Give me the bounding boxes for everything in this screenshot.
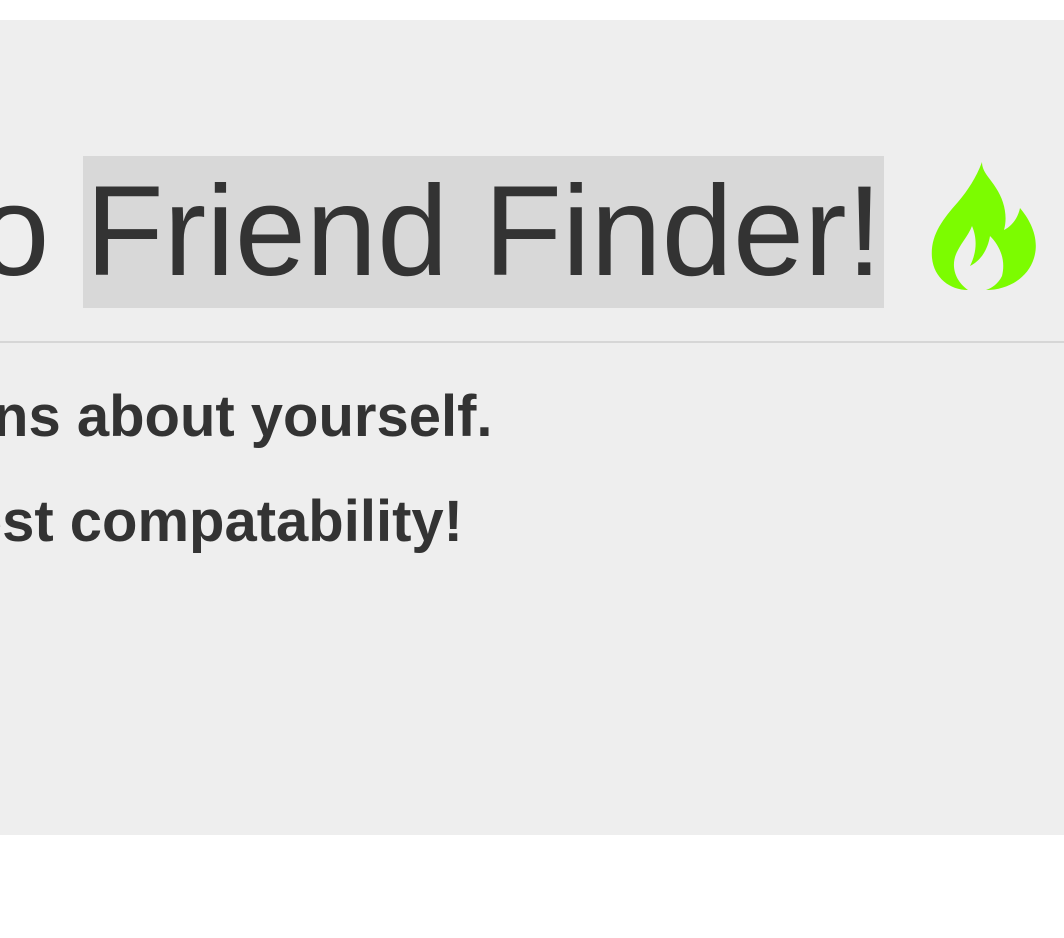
- divider: [0, 341, 1064, 343]
- title-prefix: Welcome to: [0, 160, 50, 303]
- title-highlight: Friend Finder!: [83, 156, 885, 308]
- lead-line-1: Answer a few questions about yourself.: [0, 384, 493, 449]
- fire-icon: [931, 162, 1036, 290]
- lead-line-2: We will match you with the greatest comp…: [0, 489, 463, 554]
- jumbotron: Welcome to Friend Finder! Answer a few q…: [0, 20, 1064, 835]
- page-title: Welcome to Friend Finder!: [0, 156, 1044, 308]
